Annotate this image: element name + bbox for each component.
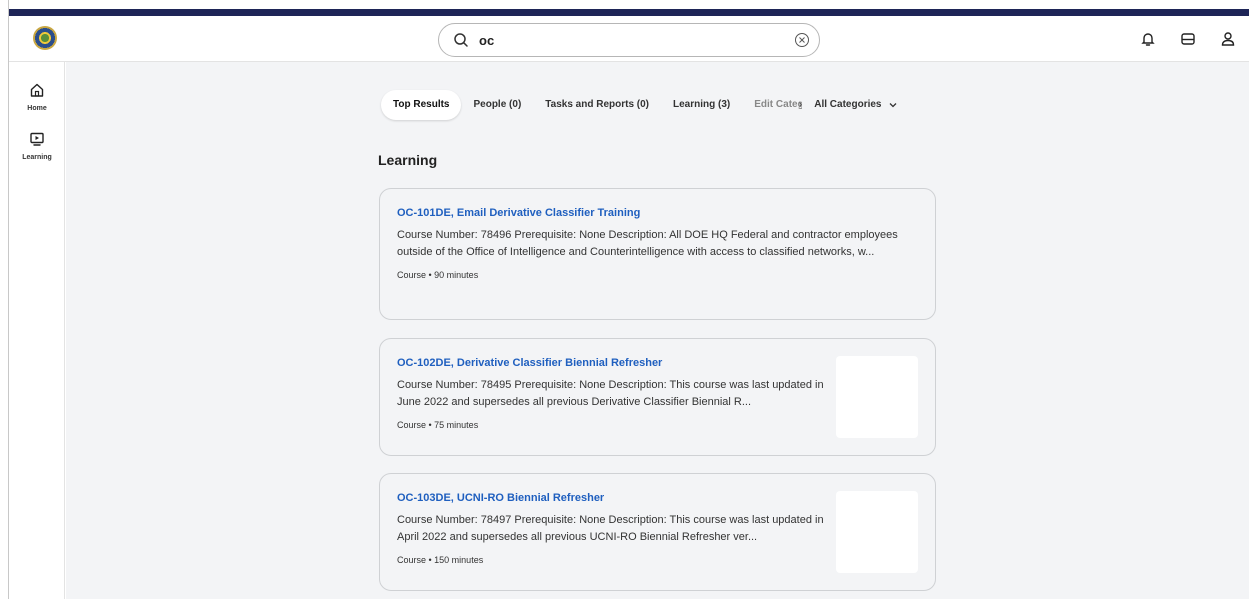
main-content: Top Results People (0) Tasks and Reports…: [66, 62, 1249, 599]
search-icon: [454, 33, 468, 47]
result-thumbnail: [836, 491, 918, 573]
all-categories-dropdown[interactable]: All Categories: [802, 90, 909, 120]
search-input[interactable]: [479, 30, 779, 50]
learning-icon: [30, 132, 44, 146]
result-description: Course Number: 78495 Prerequisite: None …: [397, 379, 824, 408]
bell-icon[interactable]: [1139, 30, 1157, 48]
doe-seal-icon: [33, 26, 57, 50]
result-tabs: Top Results People (0) Tasks and Reports…: [381, 90, 910, 120]
dropdown-label: All Categories: [814, 99, 882, 110]
sidebar-item-home[interactable]: Home: [9, 82, 65, 112]
result-description: Course Number: 78496 Prerequisite: None …: [397, 229, 898, 258]
home-icon: [30, 83, 44, 97]
window-frame: [0, 0, 9, 599]
tab-edit-categories[interactable]: Edit Catego›: [742, 90, 802, 120]
tab-top-results[interactable]: Top Results: [381, 90, 462, 120]
sidebar-item-label: Learning: [22, 154, 52, 161]
tab-people[interactable]: People (0): [461, 90, 533, 120]
result-title-link[interactable]: OC-101DE, Email Derivative Classifier Tr…: [397, 207, 918, 219]
result-thumbnail: [836, 356, 918, 438]
sidebar-item-learning[interactable]: Learning: [9, 131, 65, 161]
result-card[interactable]: OC-102DE, Derivative Classifier Biennial…: [379, 338, 936, 456]
section-title: Learning: [378, 152, 438, 168]
result-description: Course Number: 78497 Prerequisite: None …: [397, 514, 824, 543]
result-card[interactable]: OC-103DE, UCNI-RO Biennial Refresher Cou…: [379, 473, 936, 591]
top-actions: [1139, 30, 1237, 48]
result-meta: Course • 90 minutes: [397, 270, 479, 280]
tab-label: Edit Catego: [754, 99, 803, 110]
search-box[interactable]: [438, 23, 820, 57]
sidebar: Home Learning: [9, 62, 65, 599]
clear-search-icon[interactable]: [794, 32, 810, 48]
chevron-down-icon: [889, 103, 896, 108]
chevron-right-icon[interactable]: ›: [799, 90, 802, 120]
top-band: [9, 0, 1249, 9]
top-bar: [9, 9, 1249, 62]
tab-tasks-and-reports[interactable]: Tasks and Reports (0): [533, 90, 661, 120]
sidebar-item-label: Home: [27, 105, 47, 112]
user-profile-icon[interactable]: [1219, 30, 1237, 48]
inbox-icon[interactable]: [1179, 30, 1197, 48]
result-card[interactable]: OC-101DE, Email Derivative Classifier Tr…: [379, 188, 936, 320]
tab-learning[interactable]: Learning (3): [661, 90, 742, 120]
